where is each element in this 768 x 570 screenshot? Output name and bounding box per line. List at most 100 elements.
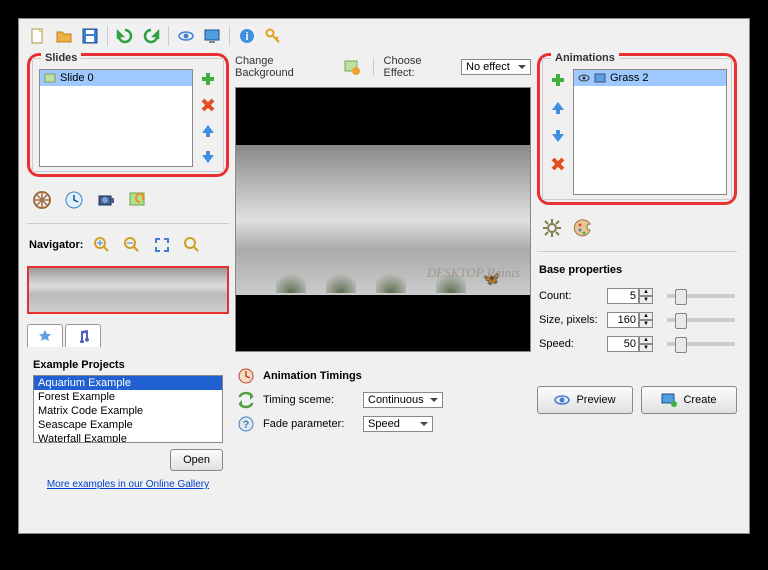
- redo-icon[interactable]: [140, 25, 162, 47]
- info-icon[interactable]: i: [236, 25, 258, 47]
- camera-icon[interactable]: [95, 189, 117, 211]
- timings-panel: Animation Timings Timing sceme: Continuo…: [235, 358, 531, 442]
- open-example-button[interactable]: Open: [170, 449, 223, 471]
- main-toolbar: i: [19, 19, 749, 53]
- navigator-label: Navigator:: [29, 239, 83, 251]
- base-properties-panel: Base properties Count: ▲▼ Size, pixels: …: [537, 258, 737, 362]
- palette-tab-icon[interactable]: [573, 217, 595, 239]
- slides-panel: Slides Slide 0: [32, 58, 224, 172]
- sceme-select[interactable]: Continuous: [363, 392, 443, 408]
- slides-side-buttons: [197, 69, 219, 167]
- undo-icon[interactable]: [114, 25, 136, 47]
- svg-text:i: i: [245, 31, 248, 43]
- navigator-thumbnail[interactable]: [27, 266, 229, 314]
- speed-spinner[interactable]: ▲▼: [607, 336, 653, 352]
- fade-select[interactable]: Speed: [363, 416, 433, 432]
- app-window: i Slides Slide 0: [18, 18, 750, 534]
- clock-icon[interactable]: [63, 189, 85, 211]
- gear-tab-icon[interactable]: [541, 217, 563, 239]
- choose-effect-label: Choose Effect:: [384, 55, 456, 79]
- examples-title: Example Projects: [33, 359, 223, 371]
- left-tool-row: [27, 183, 229, 217]
- example-item[interactable]: Forest Example: [34, 390, 222, 404]
- monitor-create-icon: [661, 393, 677, 407]
- delete-slide-icon[interactable]: [197, 95, 219, 115]
- svg-text:?: ?: [243, 419, 250, 431]
- move-down-icon[interactable]: [197, 147, 219, 167]
- preview-canvas[interactable]: 🦋 DESKTOP Paints: [235, 87, 531, 352]
- refresh-image-icon[interactable]: [127, 189, 149, 211]
- effect-select[interactable]: No effect: [461, 59, 531, 75]
- key-icon[interactable]: [262, 25, 284, 47]
- size-slider[interactable]: [667, 318, 735, 322]
- change-bg-label: Change Background: [235, 55, 335, 79]
- new-file-icon[interactable]: [27, 25, 49, 47]
- add-slide-icon[interactable]: [197, 69, 219, 89]
- animations-side-buttons: [547, 69, 569, 195]
- spin-down-icon[interactable]: ▼: [639, 320, 653, 328]
- example-item[interactable]: Aquarium Example: [34, 376, 222, 390]
- examples-panel: Example Projects Aquarium Example Forest…: [27, 353, 229, 496]
- count-slider[interactable]: [667, 294, 735, 298]
- grass-sprite: [326, 269, 356, 293]
- zoom-out-icon[interactable]: [121, 234, 143, 256]
- fit-screen-icon[interactable]: [151, 234, 173, 256]
- change-bg-icon[interactable]: [341, 56, 363, 78]
- visibility-icon[interactable]: [578, 73, 590, 83]
- slide-item[interactable]: Slide 0: [40, 70, 192, 86]
- watermark-text: DESKTOP Paints: [427, 265, 520, 281]
- timings-title: Animation Timings: [263, 370, 362, 382]
- speed-label: Speed:: [539, 338, 601, 350]
- favorites-tab[interactable]: [27, 324, 63, 347]
- grass-sprite: [276, 269, 306, 293]
- spin-up-icon[interactable]: ▲: [639, 288, 653, 296]
- example-item[interactable]: Waterfall Example: [34, 432, 222, 443]
- slides-title: Slides: [41, 52, 81, 64]
- eye-preview-icon[interactable]: [175, 25, 197, 47]
- create-button[interactable]: Create: [641, 386, 737, 414]
- animations-title: Animations: [551, 52, 619, 64]
- animations-listbox[interactable]: Grass 2: [573, 69, 727, 195]
- help-icon: ?: [237, 415, 255, 433]
- right-tool-tabs: [537, 211, 737, 245]
- wheel-icon[interactable]: [31, 189, 53, 211]
- left-tabs: [27, 320, 229, 347]
- move-anim-down-icon[interactable]: [547, 125, 569, 147]
- spin-down-icon[interactable]: ▼: [639, 344, 653, 352]
- navigator-row: Navigator:: [27, 230, 229, 260]
- delete-animation-icon[interactable]: [547, 153, 569, 175]
- spin-down-icon[interactable]: ▼: [639, 296, 653, 304]
- spin-up-icon[interactable]: ▲: [639, 312, 653, 320]
- animations-panel: Animations Grass 2: [542, 58, 732, 200]
- animation-item[interactable]: Grass 2: [574, 70, 726, 86]
- example-item[interactable]: Seascape Example: [34, 418, 222, 432]
- size-spinner[interactable]: ▲▼: [607, 312, 653, 328]
- monitor-icon[interactable]: [201, 25, 223, 47]
- base-props-title: Base properties: [539, 264, 735, 276]
- zoom-actual-icon[interactable]: [181, 234, 203, 256]
- music-tab[interactable]: [65, 324, 101, 347]
- slide-thumb-icon: [44, 72, 56, 84]
- spin-up-icon[interactable]: ▲: [639, 336, 653, 344]
- cycle-icon: [237, 391, 255, 409]
- add-animation-icon[interactable]: [547, 69, 569, 91]
- preview-button[interactable]: Preview: [537, 386, 633, 414]
- move-anim-up-icon[interactable]: [547, 97, 569, 119]
- canvas-scene: 🦋 DESKTOP Paints: [236, 145, 530, 295]
- zoom-in-icon[interactable]: [91, 234, 113, 256]
- slides-listbox[interactable]: Slide 0: [39, 69, 193, 167]
- examples-listbox[interactable]: Aquarium Example Forest Example Matrix C…: [33, 375, 223, 443]
- count-spinner[interactable]: ▲▼: [607, 288, 653, 304]
- speed-slider[interactable]: [667, 342, 735, 346]
- grass-sprite: [376, 269, 406, 293]
- fade-label: Fade parameter:: [263, 418, 355, 430]
- save-icon[interactable]: [79, 25, 101, 47]
- gallery-link[interactable]: More examples in our Online Gallery: [33, 479, 223, 490]
- slides-panel-highlight: Slides Slide 0: [27, 53, 229, 177]
- slide-label: Slide 0: [60, 72, 94, 84]
- move-up-icon[interactable]: [197, 121, 219, 141]
- bottom-actions: Preview Create: [537, 368, 737, 414]
- open-folder-icon[interactable]: [53, 25, 75, 47]
- eye-icon: [554, 394, 570, 406]
- example-item[interactable]: Matrix Code Example: [34, 404, 222, 418]
